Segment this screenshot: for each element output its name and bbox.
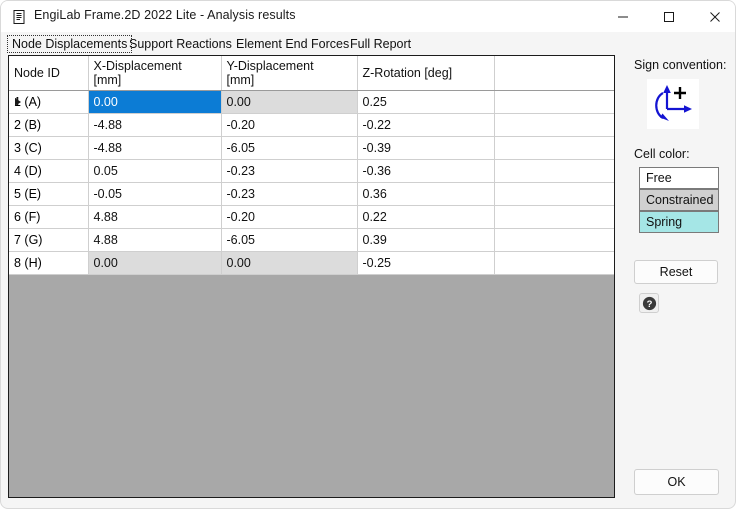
minimize-icon: [618, 16, 628, 17]
column-header-x-displacement[interactable]: X-Displacement [mm]: [88, 56, 222, 91]
reset-button[interactable]: Reset: [634, 260, 718, 284]
row-indicator-icon: [15, 97, 21, 106]
cell-z-rotation[interactable]: -0.36: [357, 159, 495, 183]
table-row[interactable]: 6 (F) 4.88 -0.20 0.22: [9, 205, 614, 229]
window-title: EngiLab Frame.2D 2022 Lite - Analysis re…: [34, 8, 296, 22]
minimize-button[interactable]: [600, 1, 646, 32]
title-bar: EngiLab Frame.2D 2022 Lite - Analysis re…: [1, 1, 735, 33]
cell-x-displacement[interactable]: 0.05: [88, 159, 222, 183]
cell-x-displacement[interactable]: 0.00: [88, 251, 222, 275]
tab-full-report[interactable]: Full Report: [345, 35, 416, 53]
cell-y-displacement[interactable]: 0.00: [221, 90, 358, 114]
cell-node-id[interactable]: 8 (H): [9, 251, 89, 275]
results-tab-strip: Node Displacements Support Reactions Ele…: [1, 32, 735, 55]
cell-y-displacement[interactable]: -0.23: [221, 159, 358, 183]
cell-z-rotation[interactable]: -0.25: [357, 251, 495, 275]
help-button[interactable]: ?: [639, 293, 659, 313]
column-header-y-displacement[interactable]: Y-Displacement [mm]: [221, 56, 358, 91]
legend-constrained: Constrained: [639, 189, 719, 211]
cell-z-rotation[interactable]: 0.39: [357, 228, 495, 252]
cell-y-displacement[interactable]: -6.05: [221, 136, 358, 160]
table-header-row: Node ID X-Displacement [mm] Y-Displaceme…: [9, 56, 614, 91]
cell-z-rotation[interactable]: -0.39: [357, 136, 495, 160]
cell-node-id[interactable]: 7 (G): [9, 228, 89, 252]
cell-filler: [494, 182, 614, 206]
table-row[interactable]: 7 (G) 4.88 -6.05 0.39: [9, 228, 614, 252]
table-row[interactable]: 2 (B) -4.88 -0.20 -0.22: [9, 113, 614, 137]
cell-color-label: Cell color:: [634, 147, 690, 161]
cell-z-rotation[interactable]: -0.22: [357, 113, 495, 137]
cell-x-displacement[interactable]: 4.88: [88, 205, 222, 229]
cell-y-displacement[interactable]: -6.05: [221, 228, 358, 252]
table-row[interactable]: 5 (E) -0.05 -0.23 0.36: [9, 182, 614, 206]
column-header-z-rotation[interactable]: Z-Rotation [deg]: [357, 56, 495, 91]
maximize-icon: [664, 11, 674, 22]
report-document-icon: [11, 9, 27, 25]
cell-x-displacement[interactable]: -4.88: [88, 113, 222, 137]
help-question-icon: ?: [642, 296, 656, 310]
cell-y-displacement[interactable]: -0.20: [221, 113, 358, 137]
cell-z-rotation[interactable]: 0.22: [357, 205, 495, 229]
maximize-button[interactable]: [646, 1, 692, 32]
column-header-node-id[interactable]: Node ID: [9, 56, 89, 91]
tab-node-displacements[interactable]: Node Displacements: [7, 35, 133, 53]
table-row[interactable]: 4 (D) 0.05 -0.23 -0.36: [9, 159, 614, 183]
cell-y-displacement[interactable]: -0.23: [221, 182, 358, 206]
table-row[interactable]: 8 (H) 0.00 0.00 -0.25: [9, 251, 614, 275]
cell-z-rotation[interactable]: 0.36: [357, 182, 495, 206]
cell-node-id[interactable]: 6 (F): [9, 205, 89, 229]
svg-text:?: ?: [646, 299, 652, 310]
cell-z-rotation[interactable]: 0.25: [357, 90, 495, 114]
sign-convention-label: Sign convention:: [634, 58, 727, 72]
cell-filler: [494, 136, 614, 160]
cell-y-displacement[interactable]: -0.20: [221, 205, 358, 229]
cell-node-id[interactable]: 1 (A): [9, 90, 89, 114]
column-header-filler: [494, 56, 614, 91]
analysis-results-window: EngiLab Frame.2D 2022 Lite - Analysis re…: [0, 0, 736, 509]
close-icon: [710, 11, 720, 22]
cell-node-id[interactable]: 5 (E): [9, 182, 89, 206]
axes-sign-convention-icon: [647, 79, 699, 129]
node-displacements-grid-panel[interactable]: Node ID X-Displacement [mm] Y-Displaceme…: [8, 55, 615, 498]
cell-node-id[interactable]: 4 (D): [9, 159, 89, 183]
cell-filler: [494, 251, 614, 275]
cell-x-displacement[interactable]: -4.88: [88, 136, 222, 160]
side-panel: Sign convention: Cell color: Free Constr…: [621, 55, 733, 498]
cell-node-id[interactable]: 3 (C): [9, 136, 89, 160]
cell-node-id[interactable]: 2 (B): [9, 113, 89, 137]
cell-x-displacement[interactable]: 4.88: [88, 228, 222, 252]
table-row[interactable]: 3 (C) -4.88 -6.05 -0.39: [9, 136, 614, 160]
cell-filler: [494, 205, 614, 229]
legend-spring: Spring: [639, 211, 719, 233]
cell-x-displacement[interactable]: -0.05: [88, 182, 222, 206]
tab-support-reactions[interactable]: Support Reactions: [124, 35, 237, 53]
cell-y-displacement[interactable]: 0.00: [221, 251, 358, 275]
cell-filler: [494, 113, 614, 137]
cell-filler: [494, 228, 614, 252]
cell-filler: [494, 90, 614, 114]
legend-free: Free: [639, 167, 719, 189]
tab-element-end-forces[interactable]: Element End Forces: [231, 35, 354, 53]
cell-filler: [494, 159, 614, 183]
table-row[interactable]: 1 (A) 0.00 0.00 0.25: [9, 90, 614, 114]
ok-button[interactable]: OK: [634, 469, 719, 495]
node-displacements-table: Node ID X-Displacement [mm] Y-Displaceme…: [9, 56, 614, 275]
cell-x-displacement[interactable]: 0.00: [88, 90, 222, 114]
close-button[interactable]: [692, 1, 735, 32]
